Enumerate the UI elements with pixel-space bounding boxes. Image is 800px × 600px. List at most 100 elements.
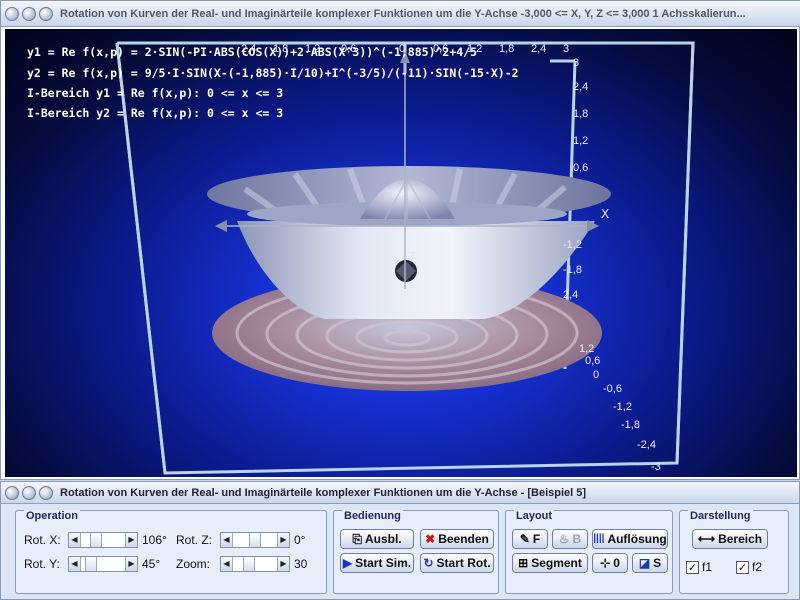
aufloesung-button[interactable]: |||| Auflösung [592, 529, 668, 549]
lower-tick-labels: 1,2 0,6 0 -0,6 -1,2 -1,8 -2,4 -3 [575, 339, 665, 474]
close-icon: ✖ [425, 532, 436, 546]
zero-label: 0 [613, 556, 620, 570]
brush-icon: ✎ [519, 532, 530, 546]
layout-group: Layout ✎ F ♨ B |||| Auflösung ⊞ Segment … [505, 510, 673, 594]
operation-group: Operation Rot. X: ◀ ▶ 106° Rot. Z: ◀ ▶ 0… [15, 510, 327, 594]
viewer-title: Rotation von Kurven der Real- und Imagin… [60, 7, 746, 20]
panel-menu-icon[interactable] [5, 485, 19, 500]
bedienung-title: Bedienung [342, 510, 403, 522]
hide-icon: ⎘ [352, 532, 362, 546]
f2-checkbox[interactable]: ✓ [736, 561, 749, 574]
x-axis-arrow-left-icon [215, 220, 227, 232]
tick-label: 0 [593, 369, 600, 381]
ausbl-button[interactable]: ⎘ Ausbl. [340, 529, 414, 549]
rot-z-value: 0° [294, 533, 306, 547]
rot-y-slider[interactable]: ◀ ▶ [68, 556, 138, 572]
f1-checkbox[interactable]: ✓ [686, 561, 699, 574]
slider-thumb[interactable] [243, 557, 255, 571]
zero-button[interactable]: ⊹ 0 [592, 553, 628, 573]
rot-x-slider[interactable]: ◀ ▶ [68, 532, 138, 548]
rot-y-label: Rot. Y: [24, 557, 60, 571]
tick-label: 1,8 [499, 43, 515, 55]
range-y2: I-Bereich y2 = Re f(x,p): 0 <= x <= 3 [27, 106, 284, 120]
play-icon: ▶ [342, 556, 353, 570]
rot-z-slider[interactable]: ◀ ▶ [220, 532, 290, 548]
window-maximize-icon[interactable] [39, 6, 53, 21]
f1-label: f1 [702, 560, 713, 574]
panel-maximize-icon[interactable] [39, 485, 53, 500]
tick-label: -1,2 [613, 401, 632, 413]
slider-thumb[interactable] [249, 533, 261, 547]
range-y1: I-Bereich y1 = Re f(x,p): 0 <= x <= 3 [27, 86, 284, 100]
start-sim-label: Start Sim. [355, 556, 412, 570]
window-minimize-icon[interactable] [22, 6, 36, 21]
slider-thumb[interactable] [85, 557, 97, 571]
x-axis-label: X [601, 207, 610, 221]
tick-label: 2,4 [531, 43, 547, 55]
panel-titlebar[interactable]: Rotation von Kurven der Real- und Imagin… [1, 482, 799, 504]
panel-title: Rotation von Kurven der Real- und Imagin… [60, 486, 587, 499]
tick-label: -1,2 [563, 239, 582, 251]
zoom-label: Zoom: [176, 557, 211, 571]
start-rot-button[interactable]: ↻ Start Rot. [420, 553, 494, 573]
eraser-icon: ◪ [638, 556, 651, 570]
tick-label: 1,8 [573, 108, 589, 120]
tick-label: 3 [563, 43, 570, 55]
arrow-left-icon[interactable]: ◀ [221, 557, 233, 571]
tick-label: 1,2 [579, 343, 595, 355]
arrow-right-icon[interactable]: ▶ [125, 533, 137, 547]
darstellung-title: Darstellung [688, 510, 753, 522]
s-button[interactable]: ◪ S [632, 553, 668, 573]
tick-label: -1,8 [563, 264, 582, 276]
layout-title: Layout [514, 510, 555, 522]
rot-y-value: 45° [142, 557, 161, 571]
range-icon: ⟷ [697, 532, 716, 546]
arrow-left-icon[interactable]: ◀ [69, 557, 81, 571]
zoom-value: 30 [294, 557, 308, 571]
arrow-right-icon[interactable]: ▶ [277, 557, 289, 571]
darstellung-group: Darstellung ⟷ Bereich ✓ f1 ✓ f2 [679, 510, 789, 594]
viewer-window: Rotation von Kurven der Real- und Imagin… [0, 0, 800, 480]
arrow-left-icon[interactable]: ◀ [69, 533, 81, 547]
arrow-left-icon[interactable]: ◀ [221, 533, 233, 547]
rot-x-label: Rot. X: [24, 533, 61, 547]
rot-z-label: Rot. Z: [176, 533, 213, 547]
bereich-button[interactable]: ⟷ Bereich [692, 529, 768, 549]
start-sim-button[interactable]: ▶ Start Sim. [340, 553, 414, 573]
zoom-slider[interactable]: ◀ ▶ [220, 556, 290, 572]
tick-label: -3 [651, 461, 661, 473]
slider-thumb[interactable] [90, 533, 102, 547]
3d-scene[interactable]: X Z 2,4 1,8 1,2 0,6 0 0,6 1,2 1,8 2,4 3 … [5, 29, 797, 477]
bucket-icon: ♨ [558, 532, 570, 546]
rotate-icon: ↻ [423, 556, 434, 570]
ausbl-label: Ausbl. [364, 532, 402, 546]
window-menu-icon[interactable] [5, 6, 19, 21]
b-label: B [572, 532, 582, 546]
segment-button[interactable]: ⊞ Segment [512, 553, 588, 573]
z-axis-label: Z [409, 251, 416, 262]
beenden-label: Beenden [438, 532, 489, 546]
control-panel: Rotation von Kurven der Real- und Imagin… [0, 481, 800, 600]
beenden-button[interactable]: ✖ Beenden [420, 529, 494, 549]
grid-icon: ⊞ [518, 556, 529, 570]
formula-y2: y2 = Re f(x,p) = 9/5·I·SIN(X-(-1,885)·I/… [27, 66, 519, 80]
tick-label: 0,6 [585, 355, 601, 367]
panel-minimize-icon[interactable] [22, 485, 36, 500]
tick-label: 2,4 [573, 81, 589, 93]
resolution-icon: |||| [593, 533, 605, 544]
tick-label: 2,4 [563, 289, 579, 301]
viewer-titlebar[interactable]: Rotation von Kurven der Real- und Imagin… [1, 1, 800, 27]
arrow-right-icon[interactable]: ▶ [277, 533, 289, 547]
crosshair-icon: ⊹ [600, 556, 611, 570]
arrow-right-icon[interactable]: ▶ [125, 557, 137, 571]
b-button[interactable]: ♨ B [552, 529, 588, 549]
formula-y1: y1 = Re f(x,p) = 2·SIN(-PI·ABS(COS(X))+2… [27, 45, 478, 59]
bedienung-group: Bedienung ⎘ Ausbl. ✖ Beenden ▶ Start Sim… [333, 510, 499, 594]
bereich-label: Bereich [718, 532, 763, 546]
right-tick-labels: 3 2,4 1,8 1,2 0,6 [571, 57, 611, 187]
mid-tick-labels: -1,2 -1,8 2,4 [561, 239, 601, 301]
f-button[interactable]: ✎ F [512, 529, 548, 549]
tick-label: 3 [573, 57, 580, 69]
rot-x-value: 106° [142, 533, 167, 547]
tick-label: -1,8 [621, 419, 640, 431]
